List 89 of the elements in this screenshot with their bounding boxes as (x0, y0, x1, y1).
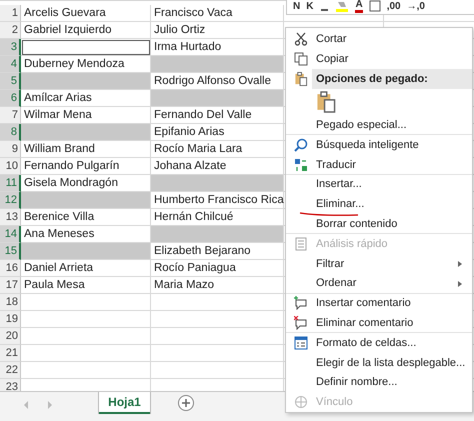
submenu-arrow-icon (458, 280, 462, 287)
menu-item[interactable]: Eliminar comentario (286, 312, 472, 332)
table-cell: Elizabeth Bejarano (151, 243, 284, 260)
table-cell: Ana Meneses (21, 226, 151, 243)
table-cell: Arcelis Guevara (21, 5, 151, 22)
table-icon (294, 236, 308, 251)
row-header[interactable]: 11 (0, 175, 21, 192)
clipboard-icon (294, 72, 308, 86)
scissors-icon (294, 32, 308, 46)
menu-item[interactable]: Definir nombre... (286, 372, 472, 392)
table-cell: Epifanio Arias (151, 124, 284, 141)
toolbar-button[interactable]: K (306, 0, 314, 12)
table-cell: Humberto Francisco Rica (151, 192, 284, 209)
table-cell: Maria Mazo (151, 277, 284, 294)
row-header[interactable]: 23 (0, 379, 21, 391)
font-color-button[interactable]: A (355, 0, 363, 13)
globe-icon (294, 395, 308, 410)
menu-item[interactable]: Borrar contenido (286, 214, 472, 234)
table-cell: Amílcar Arias (21, 90, 151, 107)
row-header[interactable]: 4 (0, 56, 21, 73)
row-header[interactable]: 6 (0, 90, 21, 107)
row-header[interactable]: 9 (0, 141, 21, 158)
menu-item[interactable]: Ordenar (286, 272, 472, 293)
row-header[interactable]: 8 (0, 124, 21, 141)
menu-item[interactable]: Eliminar... (286, 194, 472, 214)
menu-item[interactable]: Formato de celdas... (286, 332, 472, 352)
menu-item[interactable]: Copiar (286, 48, 472, 69)
row-header[interactable]: 15 (0, 243, 21, 260)
table-cell: Paula Mesa (21, 277, 151, 294)
submenu-arrow-icon (458, 261, 462, 268)
delete-comment-icon (294, 316, 308, 330)
table-cell: Julio Ortiz (151, 22, 284, 39)
add-comment-icon (294, 296, 308, 310)
row-header[interactable]: 20 (0, 328, 21, 345)
menu-item[interactable]: Pegado especial... (286, 114, 472, 134)
row-header[interactable]: 14 (0, 226, 21, 243)
menu-item[interactable]: Insertar... (286, 174, 472, 194)
hand-drawn-underline (299, 212, 359, 217)
row-header[interactable]: 16 (0, 260, 21, 277)
row-header[interactable]: 5 (0, 73, 21, 90)
translate-icon (294, 158, 308, 172)
menu-item[interactable]: Búsqueda inteligente (286, 134, 472, 154)
copy-icon (294, 52, 308, 66)
toolbar-button[interactable]: ,00 (386, 0, 401, 12)
search-icon (294, 138, 308, 152)
table-cell: Wilmar Mena (21, 107, 151, 124)
table-cell: Gabriel Izquierdo (21, 22, 151, 39)
table-cell: Rodrigo Alfonso Ovalle (151, 73, 284, 90)
table-cell: Fernando Pulgarín (21, 158, 151, 175)
clipboard-icon (316, 91, 336, 114)
table-cell: Johana Alzate (151, 158, 284, 175)
row-header[interactable]: 22 (0, 362, 21, 379)
table-cell: Rocío Maria Lara (151, 141, 284, 158)
table-cell: Hernán Chilcué (151, 209, 284, 226)
table-cell: Francisco Vaca (151, 5, 284, 22)
table-cell: Daniel Arrieta (21, 260, 151, 277)
table-cell: William Brand (21, 141, 151, 158)
row-header[interactable]: 7 (0, 107, 21, 124)
table-cell: Irma Hurtado (151, 39, 284, 56)
toolbar-button[interactable]: N (293, 0, 300, 12)
menu-item[interactable]: Traducir (286, 154, 472, 174)
menu-item[interactable]: Insertar comentario (286, 292, 472, 313)
right-arrow-icon (47, 400, 53, 408)
plus-icon (181, 398, 191, 408)
table-cell: Rocío Paniagua (151, 260, 284, 277)
row-header[interactable]: 19 (0, 311, 21, 328)
row-header[interactable]: 13 (0, 209, 21, 226)
toolbar-button[interactable]: →,0 (406, 0, 425, 12)
row-header[interactable]: 21 (0, 345, 21, 362)
menu-item[interactable]: Cortar (286, 29, 472, 49)
row-header[interactable]: 12 (0, 192, 21, 209)
row-header[interactable]: 17 (0, 277, 21, 294)
format-cells-icon (294, 336, 308, 350)
row-header[interactable]: 18 (0, 294, 21, 311)
table-cell: Gisela Mondragón (21, 175, 151, 192)
row-header[interactable]: 3 (0, 39, 21, 56)
table-cell: Duberney Mendoza (21, 56, 151, 73)
sheet-tab[interactable]: Hoja1 (99, 392, 150, 414)
add-sheet-button[interactable] (178, 395, 194, 411)
row-header[interactable]: 1 (0, 5, 21, 22)
borders-icon[interactable] (368, 0, 381, 12)
fill-color-icon[interactable] (335, 0, 350, 12)
row-header[interactable]: 2 (0, 22, 21, 39)
menu-item[interactable]: Filtrar (286, 253, 472, 273)
menu-item[interactable]: Elegir de la lista desplegable... (286, 352, 472, 372)
table-cell: Berenice Villa (21, 209, 151, 226)
left-arrow-icon (23, 400, 29, 408)
row-header[interactable]: 10 (0, 158, 21, 175)
table-cell: Fernando Del Valle (151, 107, 284, 124)
